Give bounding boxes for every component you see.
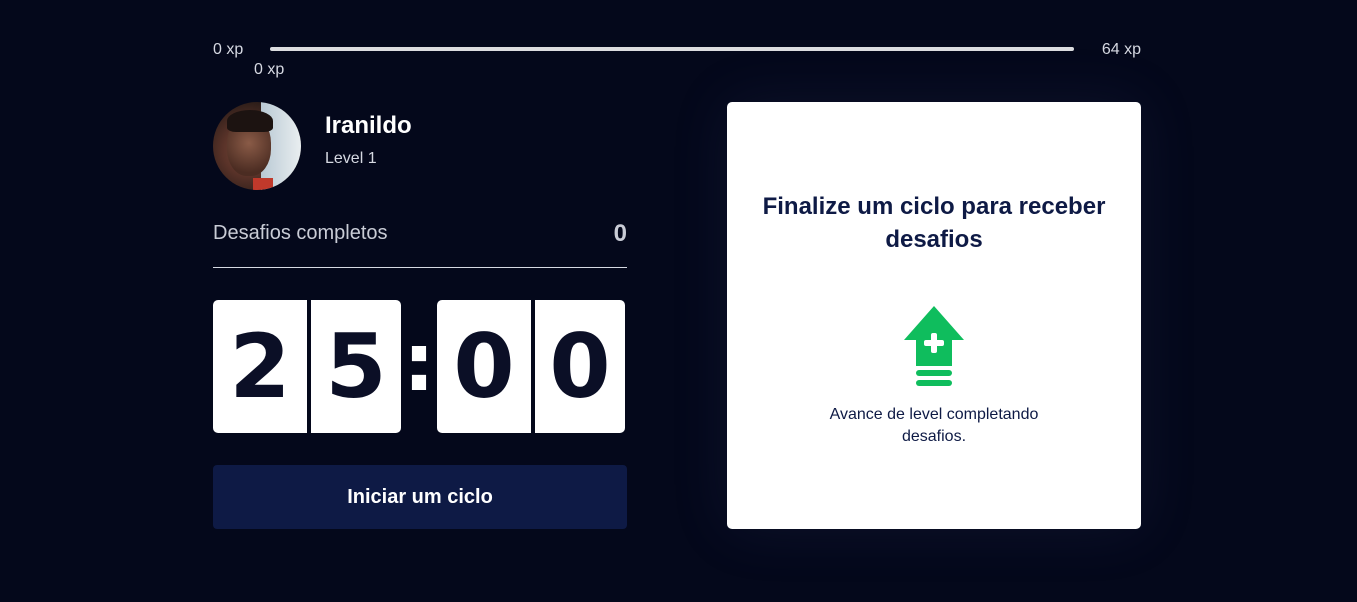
countdown-separator: : [403,316,435,409]
completed-challenges: Desafios completos 0 [213,220,627,268]
moveit-page: 0 xp 0 xp 64 xp Iranildo Level 1 Desafio… [0,0,1357,602]
xp-min-label: 0 xp [213,41,244,58]
completed-challenges-count: 0 [613,220,627,247]
start-cycle-button[interactable]: Iniciar um ciclo [213,465,627,529]
avatar [213,102,301,190]
profile-level: Level 1 [325,150,377,167]
challenge-box-title: Finalize um ciclo para receber desafios [762,193,1106,253]
countdown-seconds: 0 0 [437,300,625,433]
profile-name: Iranildo [325,112,412,139]
second-digit-left: 0 [453,315,515,418]
challenge-box: Finalize um ciclo para receber desafios … [727,102,1141,529]
completed-challenges-label: Desafios completos [213,222,388,244]
profile: Iranildo Level 1 [213,102,412,190]
experience-bar: 0 xp 0 xp 64 xp [213,38,1141,78]
challenge-box-description: Avance de level completando desafios. [829,406,1039,445]
xp-max-label: 64 xp [1101,41,1141,58]
xp-current-label: 0 xp [254,61,285,78]
second-digit-right: 0 [531,300,625,433]
minute-digit-left: 2 [229,315,291,418]
xp-progress-track [270,47,1074,51]
countdown-minutes: 2 5 [213,300,401,433]
minute-digit-right: 5 [307,300,401,433]
profile-info: Iranildo Level 1 [325,112,412,168]
countdown: 2 5 : 0 0 [213,300,627,433]
level-up-icon [904,306,964,386]
